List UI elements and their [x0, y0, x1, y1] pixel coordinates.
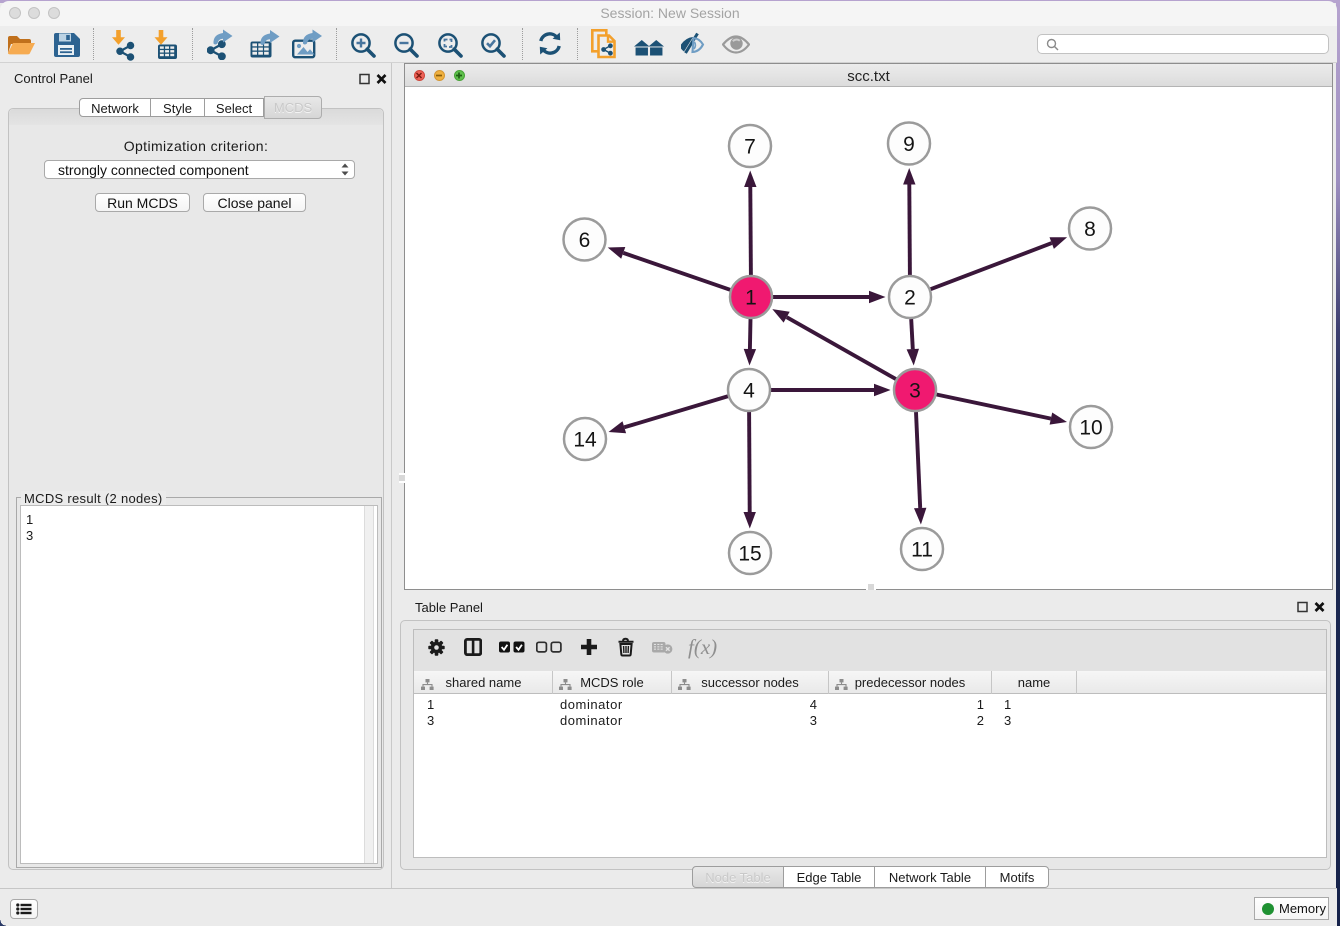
svg-text:4: 4 — [743, 379, 755, 402]
svg-text:6: 6 — [579, 229, 591, 252]
svg-text:11: 11 — [911, 538, 933, 561]
svg-text:3: 3 — [909, 379, 921, 402]
svg-text:1: 1 — [745, 286, 757, 309]
svg-text:9: 9 — [903, 133, 915, 156]
svg-text:7: 7 — [744, 135, 756, 158]
svg-text:10: 10 — [1079, 416, 1102, 439]
svg-text:15: 15 — [738, 542, 761, 565]
svg-text:14: 14 — [573, 428, 597, 451]
svg-text:8: 8 — [1084, 218, 1096, 241]
svg-text:2: 2 — [904, 286, 916, 309]
